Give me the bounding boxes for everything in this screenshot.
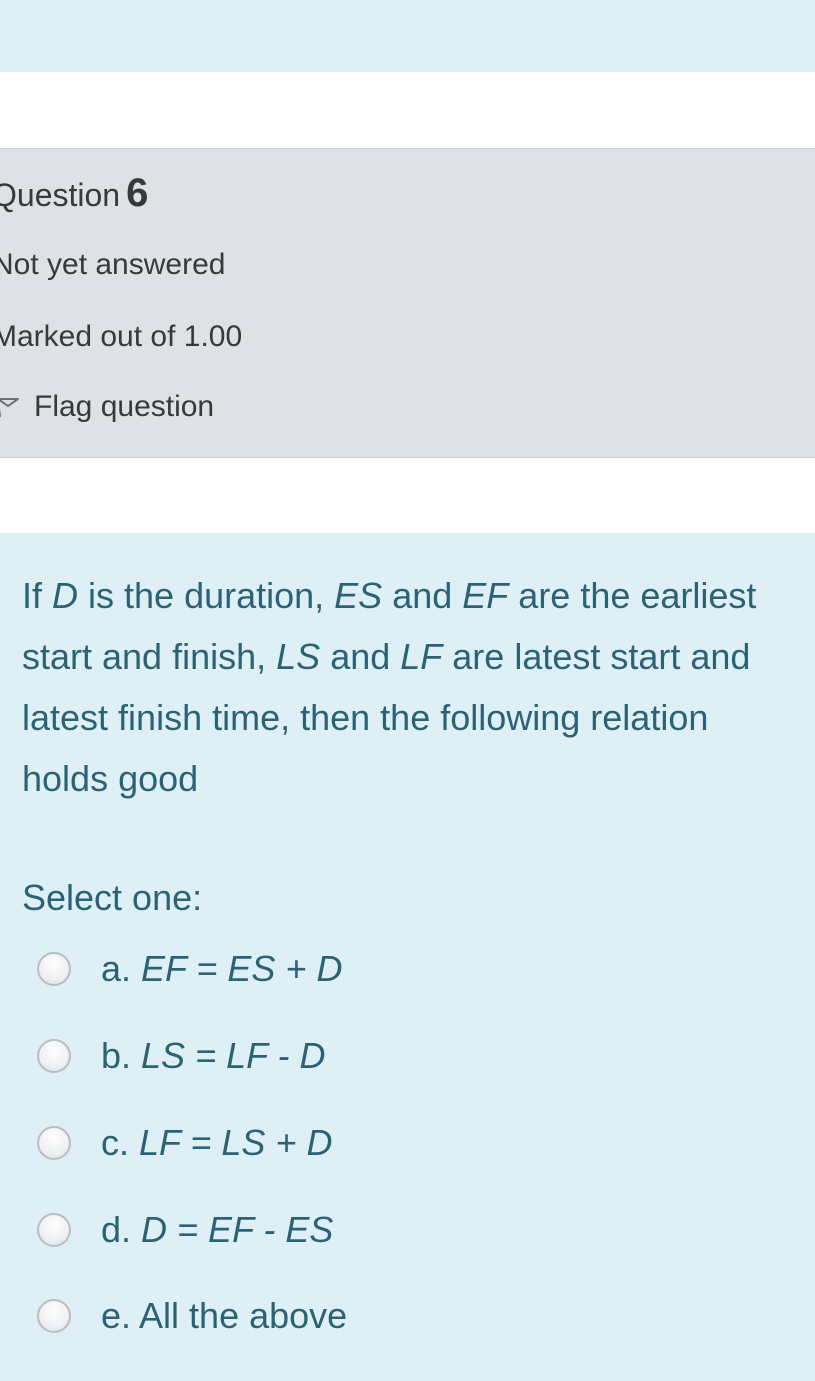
flag-question-label: Flag question [34,390,215,423]
answer-prompt: Select one: [22,877,203,918]
option-letter: e. [101,1295,140,1336]
flag-question-button[interactable]: Flag question [0,389,214,425]
option-formula: LF = LS + D [139,1122,333,1163]
option-formula: D = EF - ES [141,1209,334,1250]
qtext-part: and [320,636,401,677]
option-letter: b. [101,1035,142,1076]
qtext-var-ef: EF [462,575,509,616]
option-formula: EF = ES + D [141,948,343,989]
option-text: All the above [139,1295,348,1336]
previous-question-panel [0,0,815,72]
qtext-var-d: D [52,575,79,616]
qtext-var-es: ES [334,575,383,616]
option-label-d: d. D = EF - ES [101,1209,333,1251]
question-label: Question [0,177,121,213]
option-label-b: b. LS = LF - D [101,1035,325,1077]
question-content-panel: If D is the duration, ES and EF are the … [0,533,815,1381]
qtext-part: is the duration, [78,575,335,616]
option-letter: d. [101,1209,142,1250]
question-grade: Marked out of 1.00 [0,320,243,353]
answer-option-c[interactable]: c. LF = LS + D [37,1122,332,1164]
radio-button-d[interactable] [37,1213,71,1247]
option-letter: a. [101,948,142,989]
qtext-part: If [22,575,53,616]
option-label-e: e. All the above [101,1295,347,1337]
qtext-var-ls: LS [276,636,321,677]
qtext-var-lf: LF [400,636,443,677]
option-label-a: a. EF = ES + D [101,948,342,990]
radio-button-c[interactable] [37,1126,71,1160]
radio-button-b[interactable] [37,1039,71,1073]
question-number: 6 [126,171,149,215]
option-label-c: c. LF = LS + D [101,1122,332,1164]
question-state: Not yet answered [0,248,226,281]
radio-button-e[interactable] [37,1299,71,1333]
question-info-panel: Question 6 Not yet answered Marked out of… [0,148,815,458]
radio-button-a[interactable] [37,952,71,986]
answer-option-b[interactable]: b. LS = LF - D [37,1035,325,1077]
answer-option-e[interactable]: e. All the above [37,1295,347,1337]
qtext-part: and [382,575,463,616]
question-number-heading: Question 6 [0,169,148,217]
option-letter: c. [101,1122,140,1163]
option-formula: LS = LF - D [141,1035,326,1076]
question-text: If D is the duration, ES and EF are the … [22,565,797,809]
flag-icon [0,398,19,417]
answer-option-a[interactable]: a. EF = ES + D [37,948,342,990]
answer-option-d[interactable]: d. D = EF - ES [37,1209,333,1251]
